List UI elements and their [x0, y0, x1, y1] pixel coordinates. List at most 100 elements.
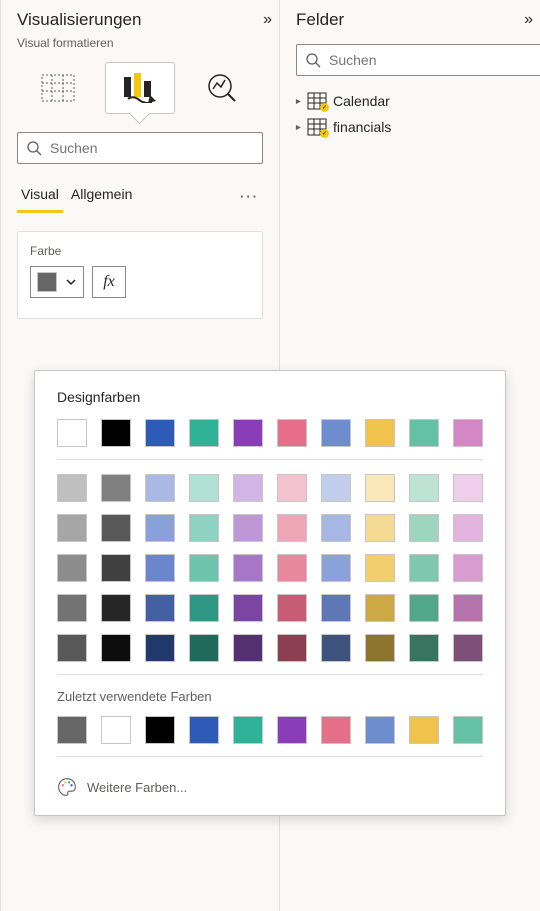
color-swatch[interactable]: [57, 554, 87, 582]
format-search-input[interactable]: [50, 140, 254, 156]
color-swatch[interactable]: [233, 554, 263, 582]
color-swatch[interactable]: [277, 474, 307, 502]
divider: [57, 459, 483, 460]
color-swatch[interactable]: [365, 594, 395, 622]
collapse-fields-icon[interactable]: »: [524, 11, 528, 29]
color-swatch[interactable]: [189, 419, 219, 447]
recent-colors-row: [57, 716, 483, 744]
color-swatch[interactable]: [145, 634, 175, 662]
color-swatch[interactable]: [277, 634, 307, 662]
color-swatch[interactable]: [365, 716, 395, 744]
color-swatch[interactable]: [409, 594, 439, 622]
format-visual-tab[interactable]: [105, 62, 175, 114]
color-swatch[interactable]: [453, 554, 483, 582]
table-item-calendar[interactable]: ▾ ✓ Calendar: [280, 88, 540, 114]
color-swatch[interactable]: [145, 419, 175, 447]
color-dropdown[interactable]: [30, 266, 84, 298]
color-swatch[interactable]: [277, 594, 307, 622]
color-swatch[interactable]: [145, 716, 175, 744]
color-swatch[interactable]: [365, 514, 395, 542]
collapse-panel-icon[interactable]: »: [263, 11, 267, 29]
color-swatch[interactable]: [453, 474, 483, 502]
panel-subtitle: Visual formatieren: [1, 36, 279, 56]
color-swatch[interactable]: [101, 419, 131, 447]
color-swatch[interactable]: [145, 474, 175, 502]
color-swatch[interactable]: [57, 634, 87, 662]
color-swatch[interactable]: [233, 594, 263, 622]
color-swatch[interactable]: [409, 554, 439, 582]
color-swatch[interactable]: [189, 514, 219, 542]
chevron-down-icon: [65, 276, 77, 288]
color-swatch[interactable]: [57, 594, 87, 622]
fields-search-box[interactable]: [296, 44, 540, 76]
color-swatch[interactable]: [453, 716, 483, 744]
recent-colors-heading: Zuletzt verwendete Farben: [57, 689, 483, 704]
color-property-card: Farbe fx: [17, 231, 263, 319]
tab-general[interactable]: Allgemein: [67, 180, 136, 213]
color-swatch[interactable]: [365, 474, 395, 502]
fx-button[interactable]: fx: [92, 266, 126, 298]
search-icon: [305, 52, 321, 68]
color-swatch[interactable]: [409, 634, 439, 662]
color-swatch[interactable]: [321, 419, 351, 447]
more-options-icon[interactable]: ···: [236, 189, 263, 204]
color-swatch[interactable]: [189, 554, 219, 582]
color-shades-grid: [57, 474, 483, 662]
format-subtabs: Visual Allgemein ···: [1, 174, 279, 213]
color-swatch[interactable]: [409, 419, 439, 447]
format-mode-tabs: [1, 56, 279, 114]
color-swatch[interactable]: [277, 716, 307, 744]
color-swatch[interactable]: [453, 514, 483, 542]
color-swatch[interactable]: [321, 716, 351, 744]
color-swatch[interactable]: [57, 474, 87, 502]
color-swatch[interactable]: [321, 634, 351, 662]
color-swatch[interactable]: [57, 419, 87, 447]
color-swatch[interactable]: [101, 514, 131, 542]
color-swatch[interactable]: [409, 514, 439, 542]
color-swatch[interactable]: [101, 594, 131, 622]
color-swatch[interactable]: [101, 716, 131, 744]
color-swatch[interactable]: [233, 634, 263, 662]
color-swatch[interactable]: [277, 419, 307, 447]
table-name: financials: [333, 119, 391, 135]
color-swatch[interactable]: [365, 419, 395, 447]
color-swatch[interactable]: [189, 634, 219, 662]
format-search-box[interactable]: [17, 132, 263, 164]
more-colors-label: Weitere Farben...: [87, 780, 187, 795]
color-swatch[interactable]: [189, 474, 219, 502]
color-swatch[interactable]: [57, 716, 87, 744]
color-swatch[interactable]: [101, 474, 131, 502]
analytics-tab[interactable]: [187, 62, 257, 114]
color-swatch[interactable]: [321, 474, 351, 502]
color-swatch[interactable]: [189, 716, 219, 744]
fields-search-input[interactable]: [329, 52, 532, 68]
color-swatch[interactable]: [409, 716, 439, 744]
build-visual-tab[interactable]: [23, 62, 93, 114]
color-swatch[interactable]: [365, 634, 395, 662]
color-swatch[interactable]: [145, 554, 175, 582]
color-swatch[interactable]: [101, 634, 131, 662]
tab-visual[interactable]: Visual: [17, 180, 63, 213]
color-swatch[interactable]: [233, 419, 263, 447]
color-swatch[interactable]: [57, 514, 87, 542]
color-swatch[interactable]: [321, 594, 351, 622]
color-swatch[interactable]: [145, 514, 175, 542]
color-swatch[interactable]: [233, 514, 263, 542]
color-swatch[interactable]: [277, 514, 307, 542]
color-swatch[interactable]: [233, 474, 263, 502]
table-item-financials[interactable]: ▾ ✓ financials: [280, 114, 540, 140]
color-swatch[interactable]: [453, 634, 483, 662]
color-swatch[interactable]: [277, 554, 307, 582]
color-swatch[interactable]: [409, 474, 439, 502]
color-swatch[interactable]: [189, 594, 219, 622]
color-swatch[interactable]: [321, 554, 351, 582]
divider: [57, 674, 483, 675]
color-swatch[interactable]: [453, 594, 483, 622]
more-colors-button[interactable]: Weitere Farben...: [57, 771, 483, 801]
color-swatch[interactable]: [101, 554, 131, 582]
color-swatch[interactable]: [145, 594, 175, 622]
color-swatch[interactable]: [365, 554, 395, 582]
color-swatch[interactable]: [453, 419, 483, 447]
color-swatch[interactable]: [321, 514, 351, 542]
color-swatch[interactable]: [233, 716, 263, 744]
